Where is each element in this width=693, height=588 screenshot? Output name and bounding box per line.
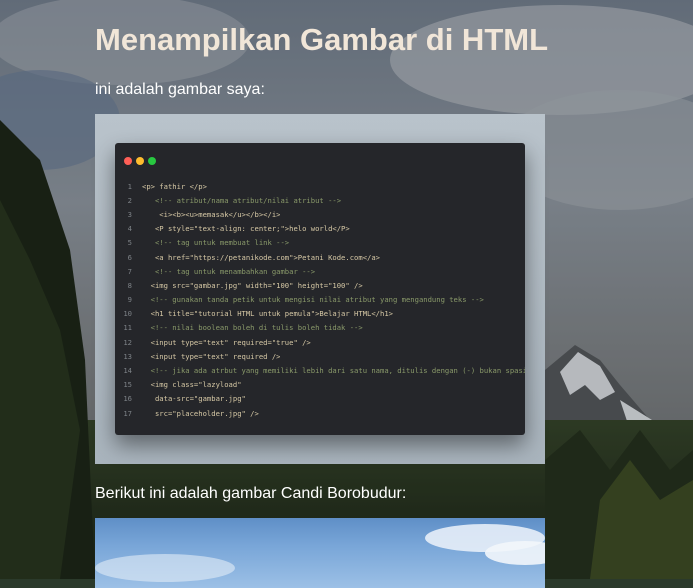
line-number: 7 — [127, 266, 132, 276]
code-line: 11 <!-- nilai boolean boleh di tulis bol… — [115, 321, 525, 335]
code-text: <h1 title="tutorial HTML untuk pemula">B… — [142, 309, 393, 319]
code-line: 13 <input type="text" required /> — [115, 349, 525, 363]
code-line: 7 <!-- tag untuk menambahkan gambar --> — [115, 264, 525, 278]
borobudur-image — [95, 518, 545, 588]
line-number: 4 — [127, 224, 132, 234]
code-text: <p> fathir </p> — [142, 181, 207, 191]
code-text: <a href="https://petanikode.com">Petani … — [142, 252, 380, 262]
code-text: <!-- tag untuk membuat link --> — [142, 238, 290, 248]
code-line: 5 <!-- tag untuk membuat link --> — [115, 236, 525, 250]
code-text: <!-- tag untuk menambahkan gambar --> — [142, 266, 316, 276]
code-line: 15 <img class="lazyload" — [115, 378, 525, 392]
code-text: <!-- nilai boolean boleh di tulis boleh … — [142, 323, 363, 333]
code-text: <!-- gunakan tanda petik untuk mengisi n… — [142, 295, 484, 305]
close-dot-icon — [124, 157, 132, 165]
line-number: 6 — [127, 252, 132, 262]
intro-text: ini adalah gambar saya: — [95, 81, 265, 98]
code-line: 10 <h1 title="tutorial HTML untuk pemula… — [115, 307, 525, 321]
line-number: 14 — [123, 366, 132, 376]
code-text: <img class="lazyload" — [142, 380, 242, 390]
code-line: 12 <input type="text" required="true" /> — [115, 335, 525, 349]
sky-clouds-image — [95, 524, 545, 582]
code-text: <P style="text-align: center;">helo worl… — [142, 224, 350, 234]
code-text: <!-- atribut/nama atribut/nilai atribut … — [142, 195, 342, 205]
line-number: 3 — [127, 209, 132, 219]
code-line: 1 <p> fathir </p> — [115, 179, 525, 193]
minimize-dot-icon — [136, 157, 144, 165]
line-number: 17 — [123, 408, 132, 418]
window-controls — [124, 157, 156, 165]
code-line: 8 <img src="gambar.jpg" width="100" heig… — [115, 278, 525, 292]
code-text: <!-- jika ada atrbut yang memiliki lebih… — [142, 366, 525, 376]
code-line: 6 <a href="https://petanikode.com">Petan… — [115, 250, 525, 264]
code-line: 16 data-src="gambar.jpg" — [115, 392, 525, 406]
line-number: 12 — [123, 337, 132, 347]
line-number: 10 — [123, 309, 132, 319]
code-line: 2 <!-- atribut/nama atribut/nilai atribu… — [115, 193, 525, 207]
page-title: Menampilkan Gambar di HTML — [95, 22, 549, 57]
line-number: 16 — [123, 394, 132, 404]
code-text: <input type="text" required="true" /> — [142, 337, 311, 347]
code-editor-window: 1 <p> fathir </p> 2 <!-- atribut/nama atri… — [115, 143, 525, 435]
code-text: <i><b><u>memasak</u></b></i> — [142, 209, 281, 219]
code-block: 1 <p> fathir </p> 2 <!-- atribut/nama atri… — [115, 179, 525, 420]
code-text: data-src="gambar.jpg" — [142, 394, 246, 404]
code-screenshot-image: 1 <p> fathir </p> 2 <!-- atribut/nama atri… — [95, 114, 545, 464]
code-text: src="placeholder.jpg" /> — [142, 408, 259, 418]
code-line: 4 <P style="text-align: center;">helo wo… — [115, 222, 525, 236]
line-number: 13 — [123, 351, 132, 361]
code-line: 9 <!-- gunakan tanda petik untuk mengisi… — [115, 293, 525, 307]
code-line: 14 <!-- jika ada atrbut yang memiliki le… — [115, 363, 525, 377]
borobudur-caption: Berikut ini adalah gambar Candi Borobudu… — [95, 485, 407, 502]
maximize-dot-icon — [148, 157, 156, 165]
line-number: 8 — [127, 280, 132, 290]
line-number: 15 — [123, 380, 132, 390]
line-number: 9 — [127, 295, 132, 305]
line-number: 11 — [123, 323, 132, 333]
line-number: 2 — [127, 195, 132, 205]
code-text: <input type="text" required /> — [142, 351, 281, 361]
code-text: <img src="gambar.jpg" width="100" height… — [142, 280, 363, 290]
code-line: 3 <i><b><u>memasak</u></b></i> — [115, 207, 525, 221]
code-line: 17 src="placeholder.jpg" /> — [115, 406, 525, 420]
line-number: 5 — [127, 238, 132, 248]
line-number: 1 — [127, 181, 132, 191]
